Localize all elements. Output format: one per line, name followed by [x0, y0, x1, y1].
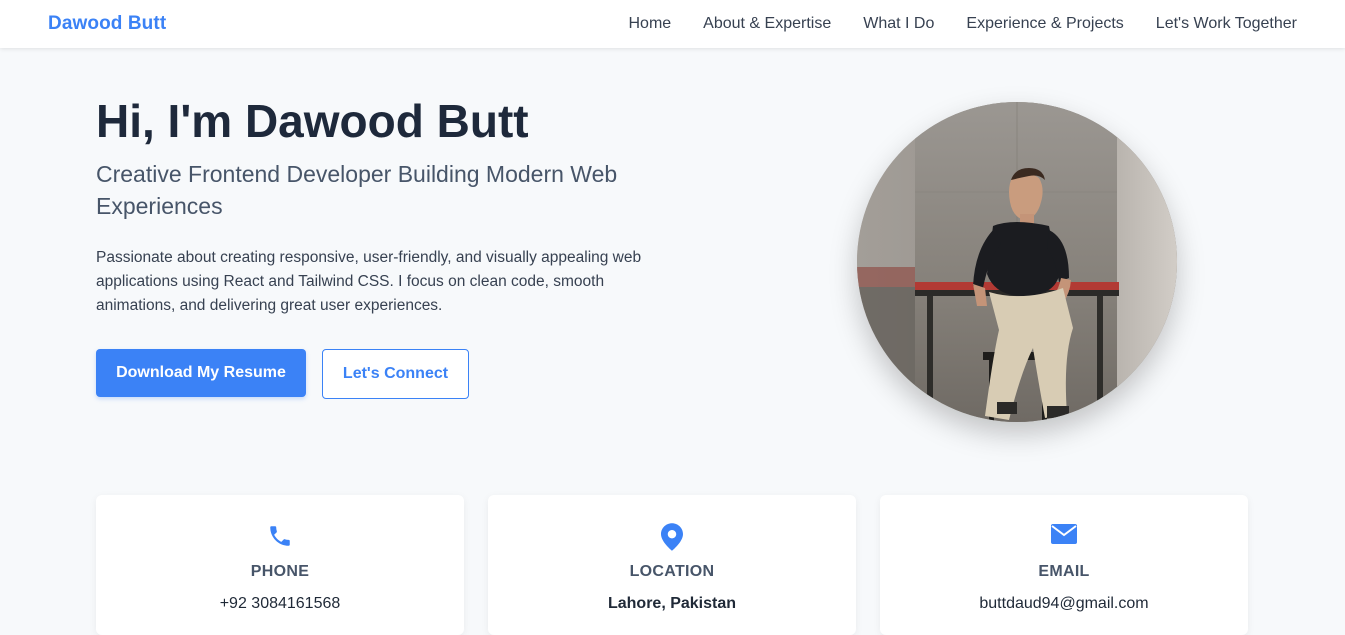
contact-card-label: EMAIL — [1038, 563, 1090, 580]
profile-photo — [857, 102, 1177, 422]
phone-icon — [96, 523, 464, 551]
nav-link-experience[interactable]: Experience & Projects — [966, 15, 1123, 33]
download-resume-button[interactable]: Download My Resume — [96, 349, 306, 397]
brand-logo[interactable]: Dawood Butt — [48, 13, 166, 35]
contact-card-email: EMAIL buttdaud94@gmail.com — [880, 495, 1248, 635]
hero-section: Hi, I'm Dawood Butt Creative Frontend De… — [0, 48, 1345, 478]
hero-subtitle: Creative Frontend Developer Building Mod… — [96, 161, 618, 219]
contact-card-phone: PHONE +92 3084161568 — [96, 495, 464, 635]
hero-title: Hi, I'm Dawood Butt — [96, 95, 529, 147]
nav-link-home[interactable]: Home — [628, 15, 671, 33]
contact-card-location: LOCATION Lahore, Pakistan — [488, 495, 856, 635]
contact-card-label: LOCATION — [629, 563, 715, 580]
navbar: Dawood Butt Home About & Expertise What … — [0, 0, 1345, 48]
location-value: Lahore, Pakistan — [607, 595, 737, 612]
nav-link-work-together[interactable]: Let's Work Together — [1156, 15, 1297, 33]
phone-value: +92 3084161568 — [219, 595, 341, 612]
envelope-icon — [880, 523, 1248, 551]
contact-cards: PHONE +92 3084161568 LOCATION Lahore, Pa… — [96, 495, 1248, 635]
contact-card-label: PHONE — [250, 563, 310, 580]
nav-links: Home About & Expertise What I Do Experie… — [628, 15, 1297, 33]
location-pin-icon — [488, 523, 856, 551]
hero-description: Passionate about creating responsive, us… — [96, 249, 642, 314]
profile-photo-illustration — [857, 102, 1177, 422]
nav-link-what-i-do[interactable]: What I Do — [863, 15, 934, 33]
nav-link-about[interactable]: About & Expertise — [703, 15, 831, 33]
email-value[interactable]: buttdaud94@gmail.com — [880, 595, 1248, 613]
lets-connect-button[interactable]: Let's Connect — [322, 349, 469, 399]
